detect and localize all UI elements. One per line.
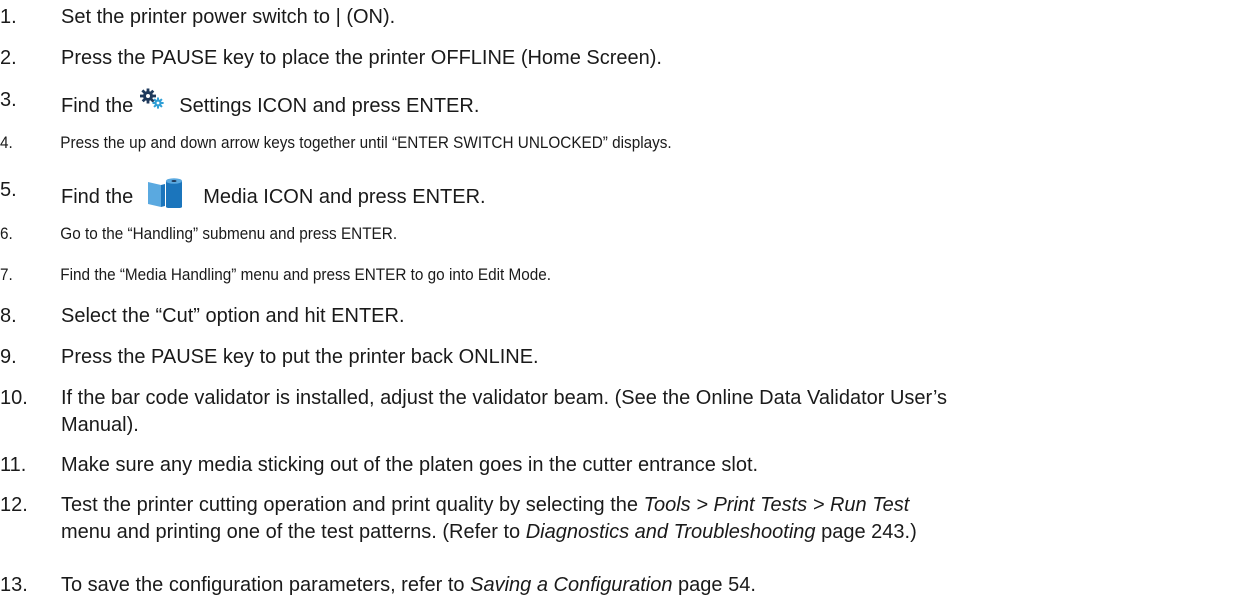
- step-text-before: Find the: [61, 95, 134, 117]
- step-number: 1.: [0, 6, 17, 28]
- reference-link[interactable]: Diagnostics and Troubleshooting: [526, 521, 816, 543]
- step-text-line2: menu and printing one of the test patter…: [61, 521, 526, 543]
- step-number: 4.: [0, 133, 13, 152]
- step-number: 5.: [0, 179, 17, 201]
- step-number: 7.: [0, 265, 13, 284]
- step-text-after: Media ICON and press ENTER.: [203, 186, 486, 208]
- step-text: To save the configuration parameters, re…: [61, 574, 471, 596]
- step-number: 13.: [0, 574, 28, 596]
- step-number: 11.: [0, 454, 27, 476]
- menu-path: Tools > Print Tests > Run Test: [643, 494, 910, 516]
- step-text-line1: Test the printer cutting operation and p…: [61, 494, 644, 516]
- step-number: 8.: [0, 305, 17, 327]
- step-text-line1: If the bar code validator is installed, …: [61, 387, 948, 409]
- step-text: Make sure any media sticking out of the …: [61, 454, 759, 476]
- instruction-list: 1. Set the printer power switch to | (ON…: [0, 0, 1253, 610]
- step-text: Press the PAUSE key to put the printer b…: [61, 346, 539, 368]
- page-ref: page 54.: [672, 574, 756, 596]
- page-ref: page 243.): [815, 521, 917, 543]
- step-text: Set the printer power switch to | (ON).: [61, 6, 396, 28]
- step-text: Go to the “Handling” submenu and press E…: [60, 224, 398, 243]
- step-text: Press the PAUSE key to place the printer…: [61, 47, 662, 69]
- step-number: 9.: [0, 346, 17, 368]
- step-text: Find the “Media Handling” menu and press…: [60, 265, 552, 284]
- step-number: 3.: [0, 89, 17, 111]
- step-text-after: Settings ICON and press ENTER.: [179, 95, 480, 117]
- step-number: 12.: [0, 494, 28, 516]
- step-number: 10.: [0, 387, 28, 409]
- step-number: 2.: [0, 47, 17, 69]
- step-text: Press the up and down arrow keys togethe…: [60, 133, 672, 152]
- media-roll-icon: [147, 178, 183, 214]
- gear-icon: [139, 88, 165, 116]
- reference-link[interactable]: Saving a Configuration: [470, 574, 672, 596]
- step-text-line2: Manual).: [61, 414, 139, 436]
- step-number: 6.: [0, 224, 13, 243]
- step-text-before: Find the: [61, 186, 134, 208]
- step-text: Select the “Cut” option and hit ENTER.: [61, 305, 405, 327]
